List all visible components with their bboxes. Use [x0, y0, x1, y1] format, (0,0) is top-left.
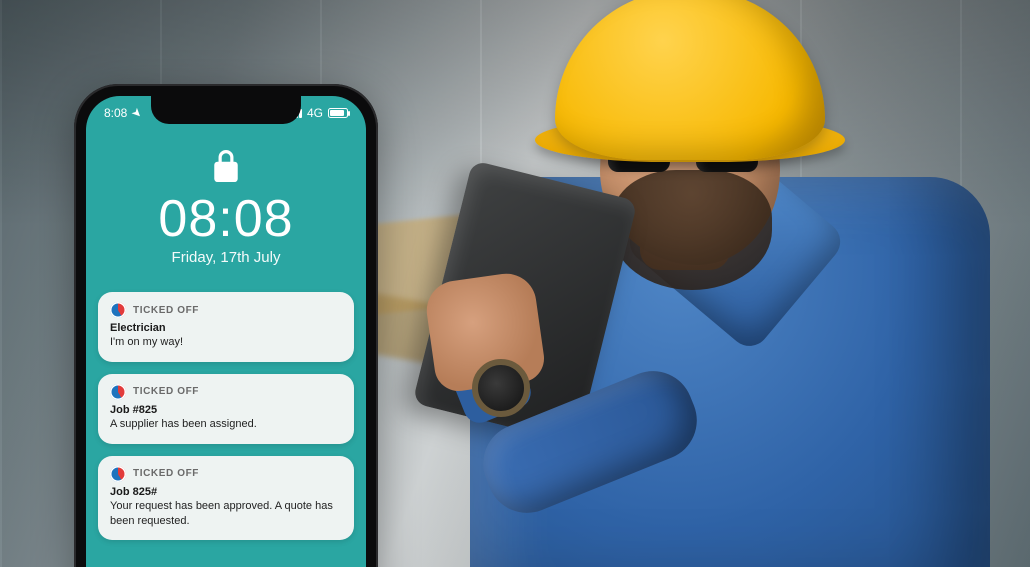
- notification-app-name: TICKED OFF: [133, 468, 199, 479]
- notification-body: I'm on my way!: [110, 335, 342, 350]
- hardhat-icon: [555, 0, 825, 160]
- lockscreen-time: 08:08: [86, 193, 366, 245]
- phone-notch: [151, 96, 301, 124]
- notification-card[interactable]: TICKED OFF Electrician I'm on my way!: [98, 292, 354, 362]
- wristwatch-icon: [472, 359, 530, 417]
- scene: 8:08 ➤ 4G 08:08 Friday, 17th July: [0, 0, 1030, 567]
- phone-frame: 8:08 ➤ 4G 08:08 Friday, 17th July: [74, 84, 378, 567]
- notification-body: Your request has been approved. A quote …: [110, 499, 342, 529]
- location-icon: ➤: [129, 104, 146, 121]
- notification-title: Job #825: [110, 404, 342, 416]
- notification-card[interactable]: TICKED OFF Job #825 A supplier has been …: [98, 374, 354, 444]
- notification-app-name: TICKED OFF: [133, 386, 199, 397]
- lockscreen-date: Friday, 17th July: [86, 249, 366, 266]
- app-icon: [110, 384, 126, 400]
- worker-beard: [612, 170, 772, 290]
- app-icon: [110, 466, 126, 482]
- notification-body: A supplier has been assigned.: [110, 417, 342, 432]
- worker-figure: [390, 0, 1030, 567]
- statusbar-time: 8:08: [104, 106, 127, 120]
- notification-app-name: TICKED OFF: [133, 305, 199, 316]
- phone-screen[interactable]: 8:08 ➤ 4G 08:08 Friday, 17th July: [86, 96, 366, 567]
- network-label: 4G: [307, 106, 323, 120]
- app-icon: [110, 302, 126, 318]
- notification-card[interactable]: TICKED OFF Job 825# Your request has bee…: [98, 456, 354, 541]
- notification-title: Job 825#: [110, 486, 342, 498]
- notification-title: Electrician: [110, 322, 342, 334]
- notification-list: TICKED OFF Electrician I'm on my way! TI…: [86, 292, 366, 540]
- lock-icon: [213, 169, 239, 186]
- battery-icon: [328, 108, 348, 118]
